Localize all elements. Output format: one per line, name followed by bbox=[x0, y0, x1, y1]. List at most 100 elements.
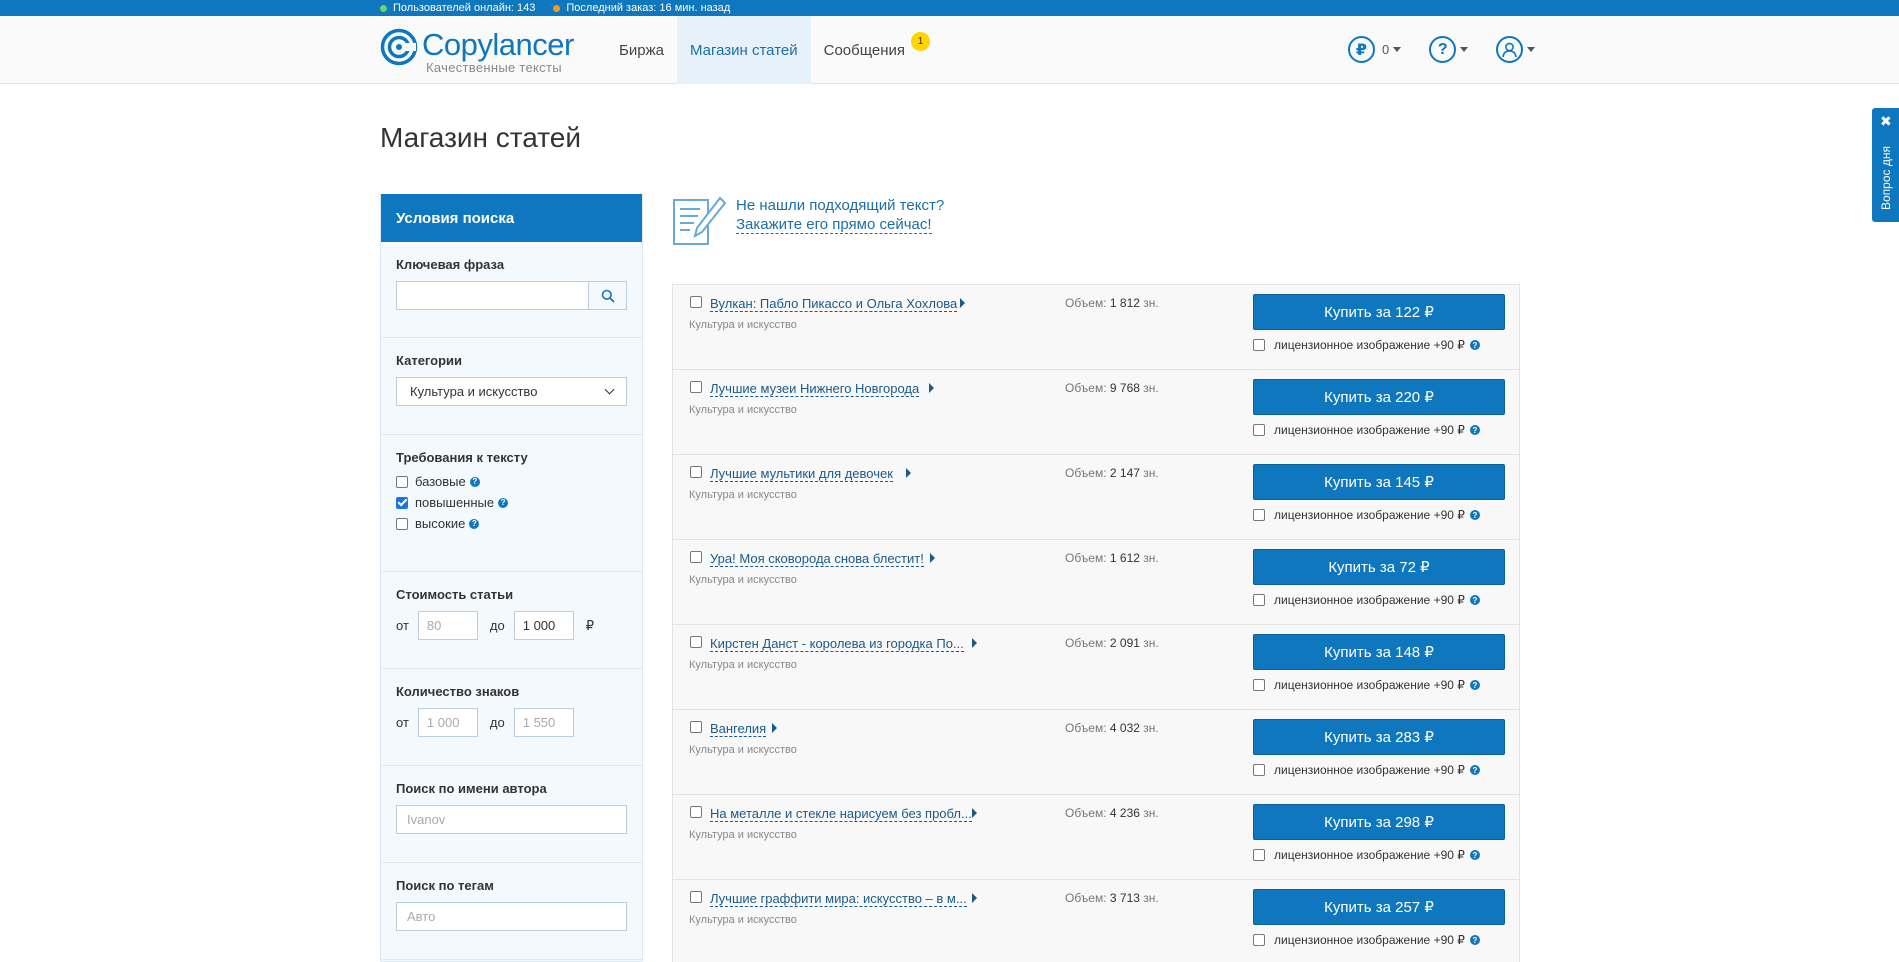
license-option[interactable]: лицензионное изображение +90 ₽ ? bbox=[1253, 423, 1480, 437]
info-icon[interactable]: ? bbox=[1469, 850, 1480, 860]
requirement-advanced[interactable]: повышенные ? bbox=[396, 495, 627, 510]
volume-value: 9 768 bbox=[1109, 381, 1140, 395]
buy-button[interactable]: Купить за 298 ₽ bbox=[1253, 804, 1505, 840]
help-icon[interactable]: ? bbox=[498, 497, 509, 508]
help-icon: ? bbox=[1429, 36, 1457, 63]
chars-section: Количество знаков от до bbox=[381, 669, 642, 766]
license-option[interactable]: лицензионное изображение +90 ₽ ? bbox=[1253, 593, 1480, 607]
chars-to-label: до bbox=[489, 715, 505, 730]
online-users-status: Пользователей онлайн: 143 bbox=[380, 2, 535, 14]
article-title-link[interactable]: Вангелия bbox=[710, 721, 767, 737]
article-checkbox[interactable] bbox=[690, 466, 702, 478]
requirement-basic[interactable]: базовые ? bbox=[396, 474, 627, 489]
chars-to-input[interactable] bbox=[513, 708, 574, 737]
article-title-link[interactable]: Ура! Моя сковорода снова блестит! bbox=[710, 551, 924, 567]
article-title-link[interactable]: На металле и стекле нарисуем без пробл..… bbox=[710, 806, 972, 822]
tags-input[interactable] bbox=[396, 902, 627, 931]
buy-button[interactable]: Купить за 72 ₽ bbox=[1253, 549, 1505, 585]
buy-button[interactable]: Купить за 148 ₽ bbox=[1253, 634, 1505, 670]
chars-range: от до bbox=[396, 708, 627, 737]
license-checkbox[interactable] bbox=[1253, 509, 1265, 521]
expand-arrow-icon[interactable] bbox=[972, 638, 977, 648]
info-icon[interactable]: ? bbox=[1469, 680, 1480, 690]
expand-arrow-icon[interactable] bbox=[972, 808, 977, 818]
article-title-link[interactable]: Лучшие музеи Нижнего Новгорода bbox=[710, 381, 920, 397]
site-header: Copylancer Качественные тексты Биржа Маг… bbox=[0, 16, 1899, 84]
close-icon[interactable]: ✖ bbox=[1880, 114, 1892, 128]
expand-arrow-icon[interactable] bbox=[906, 468, 911, 478]
license-checkbox[interactable] bbox=[1253, 339, 1265, 351]
article-checkbox[interactable] bbox=[690, 806, 702, 818]
info-icon[interactable]: ? bbox=[1469, 340, 1480, 350]
license-option[interactable]: лицензионное изображение +90 ₽ ? bbox=[1253, 848, 1480, 862]
requirement-advanced-checkbox[interactable] bbox=[396, 496, 408, 509]
user-menu[interactable] bbox=[1496, 36, 1536, 63]
requirement-basic-checkbox[interactable] bbox=[396, 475, 408, 488]
nav-item-messages[interactable]: Сообщения 1 bbox=[811, 16, 931, 84]
license-option[interactable]: лицензионное изображение +90 ₽ ? bbox=[1253, 763, 1480, 777]
info-icon[interactable]: ? bbox=[1469, 510, 1480, 520]
license-option[interactable]: лицензионное изображение +90 ₽ ? bbox=[1253, 338, 1480, 352]
buy-button[interactable]: Купить за 283 ₽ bbox=[1253, 719, 1505, 755]
article-checkbox[interactable] bbox=[690, 721, 702, 733]
article-checkbox[interactable] bbox=[690, 551, 702, 563]
article-checkbox[interactable] bbox=[690, 296, 702, 308]
nav-item-article-shop[interactable]: Магазин статей bbox=[676, 16, 811, 84]
balance-menu[interactable]: ₽ 0 bbox=[1348, 36, 1402, 63]
article-checkbox[interactable] bbox=[690, 381, 702, 393]
price-range: от до ₽ bbox=[396, 611, 627, 640]
main-nav: Биржа Магазин статей Сообщения 1 bbox=[606, 16, 931, 84]
article-title-link[interactable]: Лучшие граффити мира: искусство – в м... bbox=[710, 891, 967, 907]
expand-arrow-icon[interactable] bbox=[930, 553, 935, 563]
requirement-high[interactable]: высокие ? bbox=[396, 516, 627, 531]
article-category: Культура и искусство bbox=[689, 914, 797, 926]
info-icon[interactable]: ? bbox=[1469, 425, 1480, 435]
keyword-input[interactable] bbox=[396, 281, 588, 310]
author-input[interactable] bbox=[396, 805, 627, 834]
info-icon[interactable]: ? bbox=[1469, 935, 1480, 945]
price-to-input[interactable] bbox=[513, 611, 574, 640]
expand-arrow-icon[interactable] bbox=[972, 893, 977, 903]
help-icon[interactable]: ? bbox=[469, 476, 480, 487]
license-option[interactable]: лицензионное изображение +90 ₽ ? bbox=[1253, 508, 1480, 522]
buy-button[interactable]: Купить за 257 ₽ bbox=[1253, 889, 1505, 925]
license-checkbox[interactable] bbox=[1253, 424, 1265, 436]
license-checkbox[interactable] bbox=[1253, 594, 1265, 606]
chars-from-input[interactable] bbox=[417, 708, 478, 737]
buy-button[interactable]: Купить за 220 ₽ bbox=[1253, 379, 1505, 415]
search-button[interactable] bbox=[588, 281, 627, 310]
status-info: Пользователей онлайн: 143 Последний зака… bbox=[380, 0, 748, 16]
article-row: На металле и стекле нарисуем без пробл..… bbox=[673, 795, 1519, 880]
keyword-search bbox=[396, 281, 627, 310]
license-checkbox[interactable] bbox=[1253, 849, 1265, 861]
expand-arrow-icon[interactable] bbox=[960, 298, 965, 308]
article-checkbox[interactable] bbox=[690, 891, 702, 903]
license-checkbox[interactable] bbox=[1253, 679, 1265, 691]
license-option[interactable]: лицензионное изображение +90 ₽ ? bbox=[1253, 678, 1480, 692]
author-label: Поиск по имени автора bbox=[396, 781, 547, 796]
article-row: Вулкан: Пабло Пикассо и Ольга Хохлова Ку… bbox=[673, 285, 1519, 370]
category-select[interactable]: Культура и искусство bbox=[396, 377, 627, 406]
question-of-day-tab[interactable]: ✖ Вопрос дня bbox=[1872, 108, 1899, 222]
license-option[interactable]: лицензионное изображение +90 ₽ ? bbox=[1253, 933, 1480, 947]
article-title-link[interactable]: Кирстен Данст - королева из городка По..… bbox=[710, 636, 964, 652]
logo[interactable]: Copylancer Качественные тексты bbox=[380, 27, 580, 78]
volume-label: Объем: bbox=[1065, 296, 1107, 310]
article-title-link[interactable]: Вулкан: Пабло Пикассо и Ольга Хохлова bbox=[710, 296, 958, 312]
article-title-link[interactable]: Лучшие мультики для девочек bbox=[710, 466, 893, 482]
buy-button[interactable]: Купить за 145 ₽ bbox=[1253, 464, 1505, 500]
help-menu[interactable]: ? bbox=[1429, 36, 1469, 63]
requirement-high-checkbox[interactable] bbox=[396, 517, 408, 530]
info-icon[interactable]: ? bbox=[1469, 765, 1480, 775]
help-icon[interactable]: ? bbox=[469, 518, 480, 529]
order-now-link[interactable]: Закажите его прямо сейчас! bbox=[736, 216, 932, 234]
license-checkbox[interactable] bbox=[1253, 934, 1265, 946]
article-checkbox[interactable] bbox=[690, 636, 702, 648]
info-icon[interactable]: ? bbox=[1469, 595, 1480, 605]
expand-arrow-icon[interactable] bbox=[772, 723, 777, 733]
license-checkbox[interactable] bbox=[1253, 764, 1265, 776]
nav-item-exchange[interactable]: Биржа bbox=[606, 16, 677, 84]
price-from-input[interactable] bbox=[417, 611, 478, 640]
buy-button[interactable]: Купить за 122 ₽ bbox=[1253, 294, 1505, 330]
expand-arrow-icon[interactable] bbox=[929, 383, 934, 393]
